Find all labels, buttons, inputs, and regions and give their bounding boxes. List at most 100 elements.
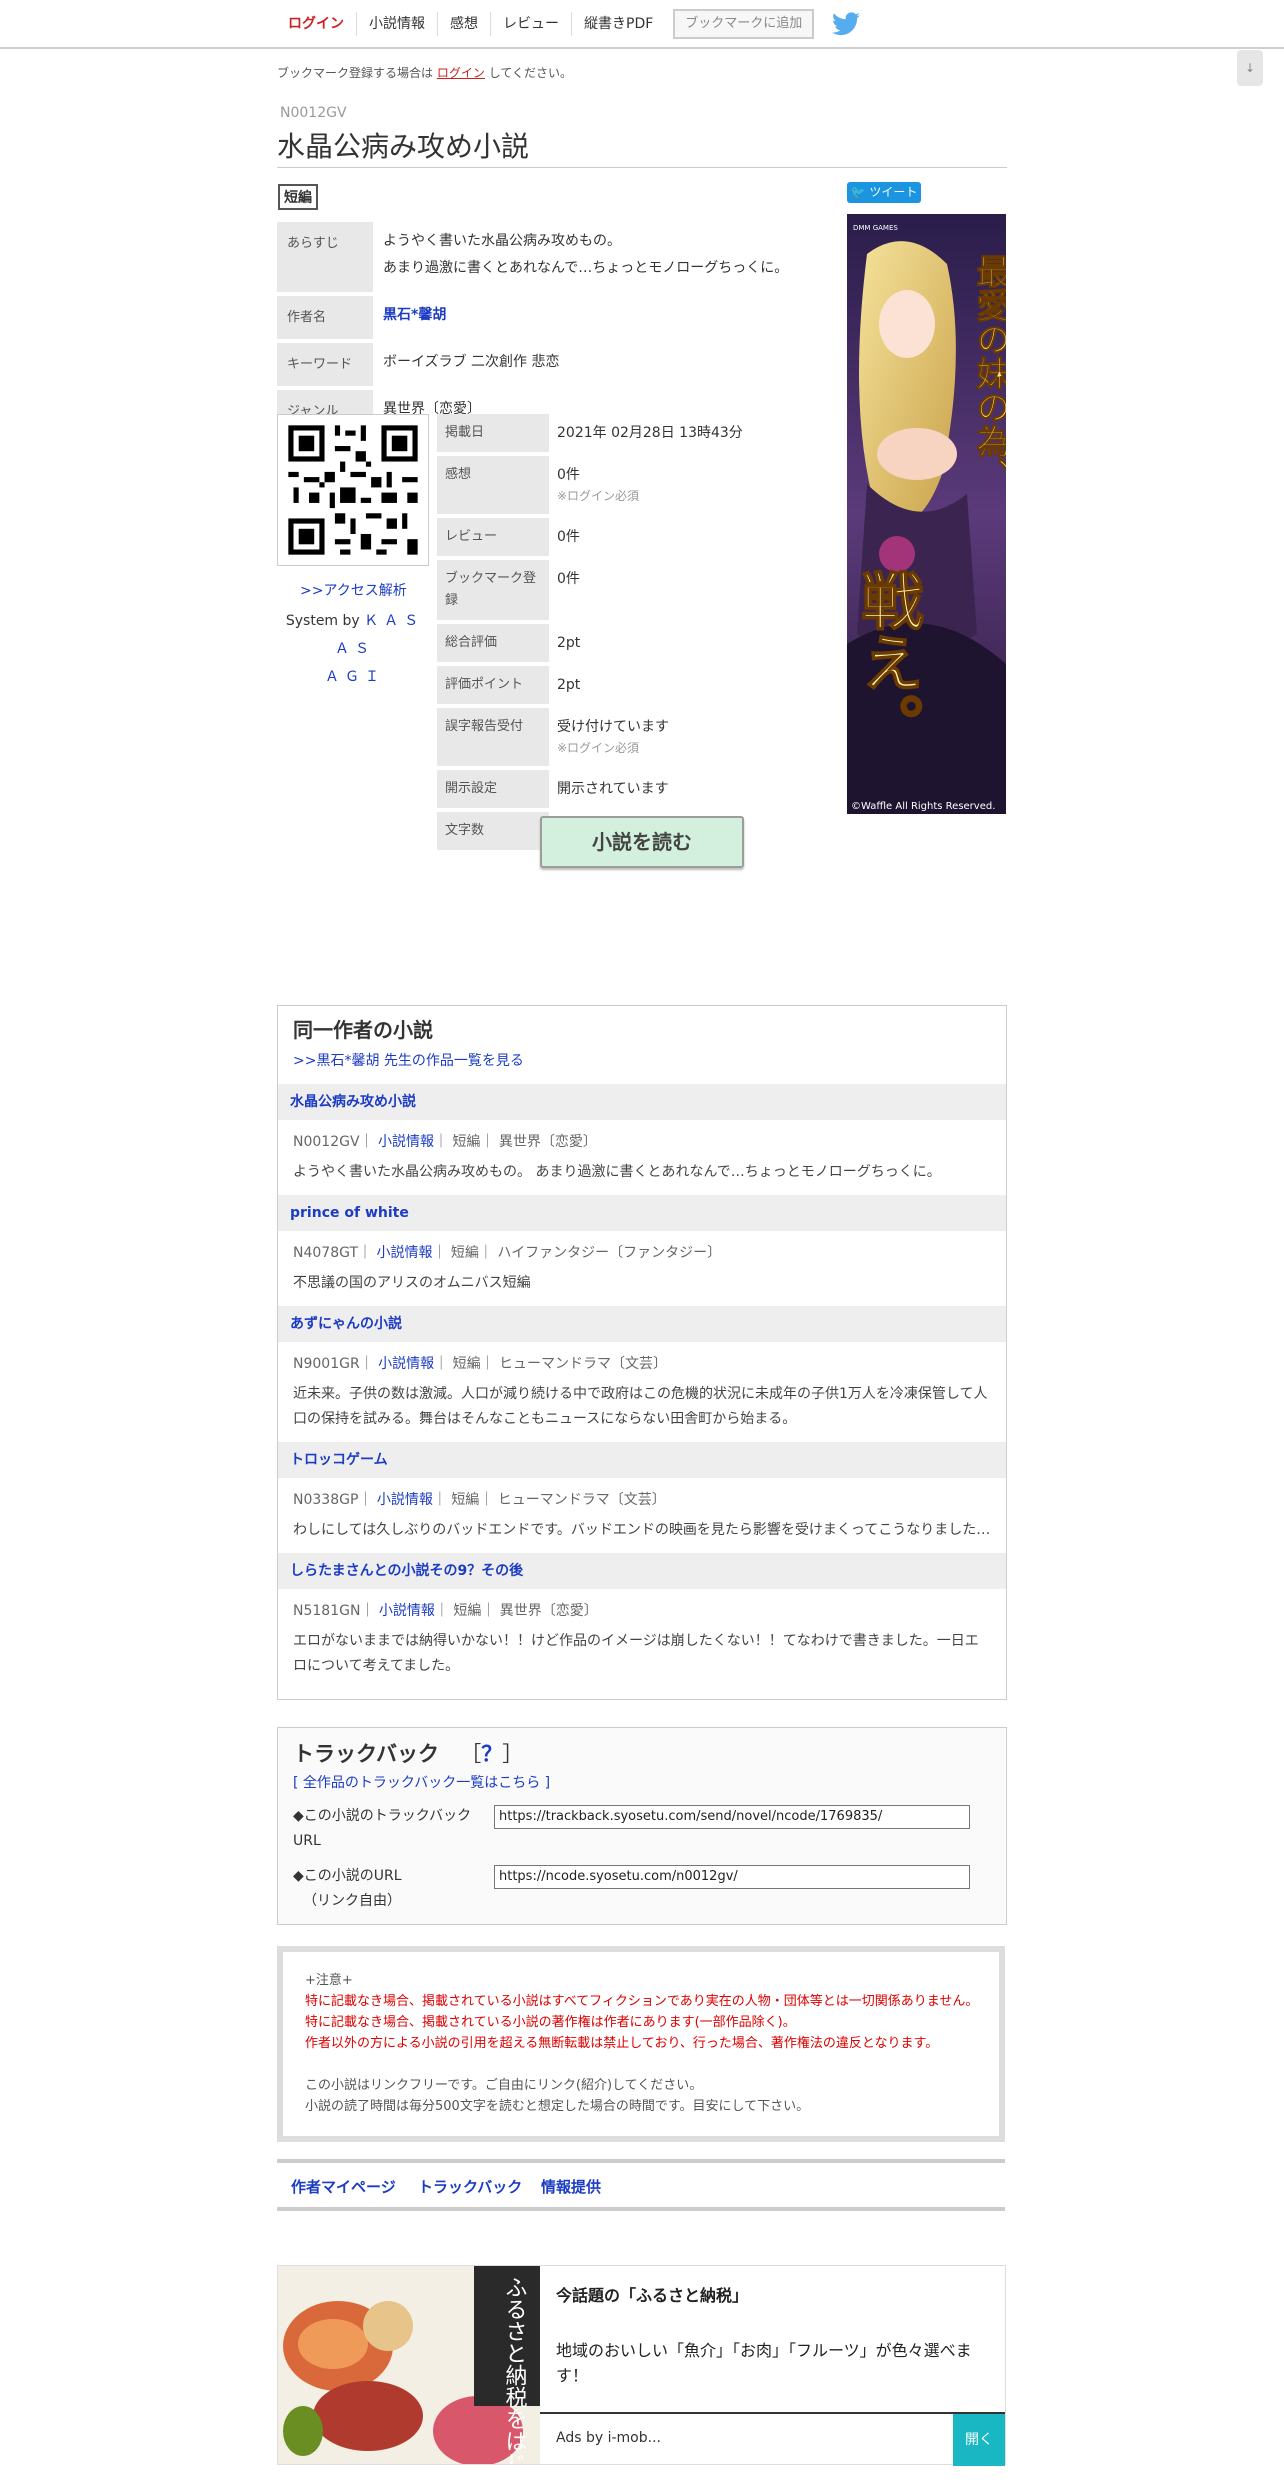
work-desc: 近未来。子供の数は激減。人口が減り続ける中で政府はこの危機的状況に未成年の子供1… xyxy=(293,1386,988,1427)
novel-url-label-line2: （リンク自由） xyxy=(303,1893,401,1909)
work-info-link[interactable]: 小説情報 xyxy=(377,1492,433,1508)
work-info-link[interactable]: 小説情報 xyxy=(378,1134,434,1150)
work-title-link[interactable]: 水晶公病み攻め小説 xyxy=(278,1084,1006,1120)
novel-url-label: ◆この小説のURL （リンク自由） xyxy=(293,1864,493,1914)
list-item: prince of white N4078GT｜ 小説情報｜ 短編｜ ハイファン… xyxy=(278,1195,1006,1306)
work-genre: 異世界〔恋愛〕 xyxy=(498,1134,597,1150)
see-all-works-link[interactable]: >>黒石*馨胡 先生の作品一覧を見る xyxy=(293,1050,524,1070)
char-count-label: 文字数 xyxy=(437,812,549,850)
keyword-value: ボーイズラブ 二次創作 悲恋 xyxy=(383,354,560,370)
work-title-link[interactable]: しらたまさんとの小説その9？その後 xyxy=(278,1553,1006,1589)
work-meta: N9001GR｜ 小説情報｜ 短編｜ ヒューマンドラマ〔文芸〕 xyxy=(293,1356,668,1372)
work-type: 短編 xyxy=(450,1245,479,1261)
keyword-label: キーワード xyxy=(277,343,373,386)
work-list: 水晶公病み攻め小説 N0012GV｜ 小説情報｜ 短編｜ 異世界〔恋愛〕 ようや… xyxy=(278,1084,1006,1689)
add-bookmark-button[interactable]: ブックマークに追加 xyxy=(673,8,815,39)
nav-vertical-pdf-link[interactable]: 縦書きPDF xyxy=(572,12,665,36)
notice-login-link[interactable]: ログイン xyxy=(437,66,485,80)
notice-suffix: してください。 xyxy=(488,66,572,80)
novel-stats-table: 掲載日 2021年 02月28日 13時43分 感想 0件 ※ログイン必須 レビュー… xyxy=(437,410,837,854)
list-item: しらたまさんとの小説その9？その後 N5181GN｜ 小説情報｜ 短編｜ 異世界… xyxy=(278,1553,1006,1689)
public-setting-label: 開示設定 xyxy=(437,770,549,808)
caution-link-free: この小説はリンクフリーです。ご自由にリンク(紹介)してください。 xyxy=(305,2078,703,2093)
posted-value: 2021年 02月28日 13時43分 xyxy=(557,425,743,441)
twitter-bird-icon[interactable] xyxy=(832,11,861,36)
page-title: 水晶公病み攻め小説 xyxy=(277,130,530,163)
impressions-label: 感想 xyxy=(437,456,549,514)
trackback-url-field[interactable] xyxy=(494,1805,970,1829)
trackback-title: トラックバック xyxy=(293,1742,439,1766)
side-ad-banner[interactable]: 最愛の妹の為、 戦え。 DMM GAMES ©Waffle All Rights… xyxy=(847,214,1006,814)
trackback-url-label-line2: URL xyxy=(293,1833,321,1849)
caution-content: +注意+ 特に記載なき場合、掲載されている小説はすべてフィクションであり実在の人… xyxy=(305,1970,978,2117)
info-provide-link[interactable]: 情報提供 xyxy=(541,2176,601,2197)
novel-url-field[interactable] xyxy=(494,1865,970,1889)
caution-head: +注意+ xyxy=(305,1973,353,1988)
access-analysis-link[interactable]: >>アクセス解析 xyxy=(300,580,407,600)
ad-banner-brand: DMM GAMES xyxy=(853,224,898,232)
system-by: System by ＫＡＳＡＳ ＡＧＩ xyxy=(280,607,430,691)
synopsis-line2: あまり過激に書くとあれなんで…ちょっとモノローグちっくに。 xyxy=(383,260,789,276)
author-mypage-link[interactable]: 作者マイページ xyxy=(291,2176,396,2197)
work-ncode: N0338GP xyxy=(293,1492,359,1508)
author-link[interactable]: 黒石*馨胡 xyxy=(373,296,827,339)
rating-points-label: 評価ポイント xyxy=(437,666,549,704)
ad-banner-credit: ©Waffle All Rights Reserved. xyxy=(851,801,995,812)
trackback-list-link[interactable]: [ 全作品のトラックバック一覧はこちら ] xyxy=(293,1772,550,1792)
work-info-link[interactable]: 小説情報 xyxy=(379,1603,435,1619)
list-item: トロッコゲーム N0338GP｜ 小説情報｜ 短編｜ ヒューマンドラマ〔文芸〕 … xyxy=(278,1442,1006,1553)
nav-login-link[interactable]: ログイン xyxy=(276,11,357,36)
synopsis-row: あらすじ ようやく書いた水晶公病み攻めもの。 あまり過激に書くとあれなんで…ちょ… xyxy=(277,222,827,292)
ad-banner-line1: 最愛の妹の為、 xyxy=(970,254,1006,492)
same-author-heading: 同一作者の小説 xyxy=(293,1018,433,1042)
novel-info-table: あらすじ ようやく書いた水晶公病み攻めもの。 あまり過激に書くとあれなんで…ちょ… xyxy=(277,218,827,437)
trackback-url-label: ◆この小説のトラックバック URL xyxy=(293,1804,493,1854)
work-ncode: N9001GR xyxy=(293,1356,360,1372)
work-desc: わしにしては久しぶりのバッドエンドです。バッドエンドの映画を見たら影響を受けまく… xyxy=(293,1522,991,1538)
system-by-label: System by xyxy=(285,613,360,629)
total-rating-value: 2pt xyxy=(557,635,581,651)
twitter-small-icon: 🐦 xyxy=(850,185,866,199)
work-meta: N0012GV｜ 小説情報｜ 短編｜ 異世界〔恋愛〕 xyxy=(293,1134,597,1150)
work-title-link[interactable]: トロッコゲーム xyxy=(278,1442,1006,1478)
bookmarks-label: ブックマーク登録 xyxy=(437,560,549,620)
bottom-trackback-link[interactable]: トラックバック xyxy=(418,2176,522,2197)
trackback-section: トラックバック ［？］ [ 全作品のトラックバック一覧はこちら ] ◆この小説の… xyxy=(277,1727,1007,1925)
notice-prefix: ブックマーク登録する場合は xyxy=(277,66,434,80)
work-genre: ヒューマンドラマ〔文芸〕 xyxy=(497,1492,666,1508)
novel-url-label-line1: ◆この小説のURL xyxy=(293,1868,402,1884)
ad-open-button[interactable]: 開く xyxy=(953,2414,1005,2466)
caution-spacer xyxy=(305,2054,978,2075)
title-divider xyxy=(277,167,1007,168)
keyword-row: キーワード ボーイズラブ 二次創作 悲恋 xyxy=(277,343,827,386)
caution-box: +注意+ 特に記載なき場合、掲載されている小説はすべてフィクションであり実在の人… xyxy=(277,1946,1005,2142)
work-info-link[interactable]: 小説情報 xyxy=(376,1245,432,1261)
caution-no-repost: 作者以外の方による小説の引用を超える無断転載は禁止しており、行った場合、著作権法… xyxy=(305,2036,939,2051)
synopsis-label: あらすじ xyxy=(277,222,373,292)
ad-title[interactable]: 今話題の「ふるさと納税」 xyxy=(556,2282,748,2306)
nav-review-link[interactable]: レビュー xyxy=(491,11,572,36)
impressions-count: 0件 xyxy=(557,467,580,483)
novel-ncode: N0012GV xyxy=(280,105,347,121)
work-meta: N4078GT｜ 小説情報｜ 短編｜ ハイファンタジー〔ファンタジー〕 xyxy=(293,1245,722,1261)
work-desc: ようやく書いた水晶公病み攻めもの。 あまり過激に書くとあれなんで…ちょっとモノロ… xyxy=(293,1164,941,1180)
kasasagi-link-2[interactable]: ＡＧＩ xyxy=(325,669,385,685)
work-title-link[interactable]: prince of white xyxy=(278,1195,1006,1231)
furusato-ad-image[interactable]: ふるさと納税をはじめよう xyxy=(278,2266,540,2464)
public-setting-value: 開示されています xyxy=(557,781,669,797)
impressions-value: 0件 ※ログイン必須 xyxy=(549,456,837,514)
work-desc: エロがないままでは納得いかない！！けど作品のイメージは崩したくない！！てなわけで… xyxy=(293,1633,979,1674)
nav-novel-info-link[interactable]: 小説情報 xyxy=(357,11,438,36)
read-novel-button[interactable]: 小説を読む xyxy=(540,816,744,868)
trackback-help-link[interactable]: ？ xyxy=(481,1742,502,1766)
nav-impressions-link[interactable]: 感想 xyxy=(438,11,491,36)
furusato-ad[interactable]: ふるさと納税をはじめよう 今話題の「ふるさと納税」 地域のおいしい「魚介」「お肉… xyxy=(277,2265,1006,2466)
qr-code xyxy=(277,414,429,566)
work-title-link[interactable]: あずにゃんの小説 xyxy=(278,1306,1006,1342)
scroll-down-button[interactable]: ↓ xyxy=(1237,50,1263,86)
work-info-link[interactable]: 小説情報 xyxy=(378,1356,434,1372)
work-ncode: N5181GN xyxy=(293,1603,361,1619)
tweet-button[interactable]: 🐦 ツイート xyxy=(847,182,921,203)
work-type: 短編 xyxy=(452,1356,481,1372)
top-nav: ログイン 小説情報 感想 レビュー 縦書きPDF ブックマークに追加 xyxy=(0,0,1284,49)
